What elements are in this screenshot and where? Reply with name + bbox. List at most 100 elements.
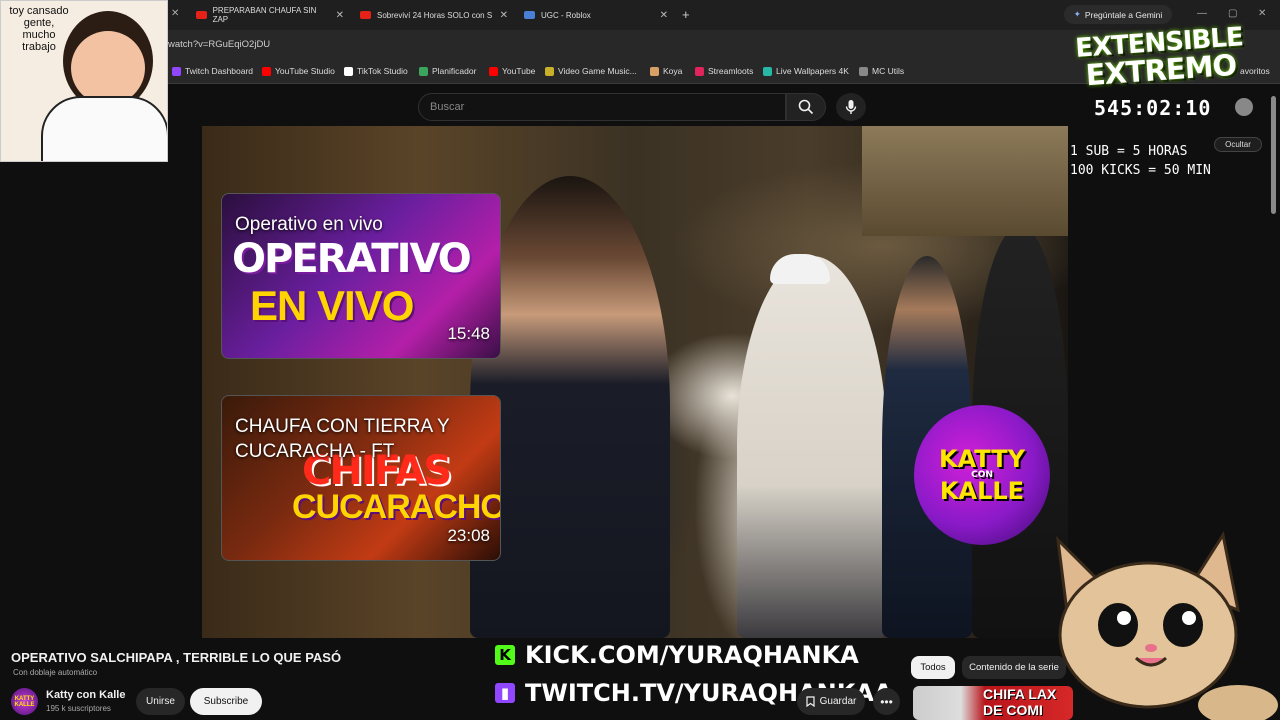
- hide-button[interactable]: Ocultar: [1214, 137, 1262, 152]
- koya-icon: [650, 66, 659, 76]
- bookmark-twitch-dashboard[interactable]: Twitch Dashboard: [172, 66, 253, 76]
- rule-text: 100 KICKS = 50 MIN: [1070, 163, 1211, 178]
- kick-link-overlay: K KICK.COM/YURAQHANKA: [495, 641, 859, 669]
- gemini-button[interactable]: ✦ Pregúntale a Gemini: [1064, 5, 1172, 24]
- close-window-icon[interactable]: ✕: [1258, 8, 1266, 19]
- bookmark-planificador[interactable]: Planificador: [419, 66, 476, 76]
- channel-name[interactable]: Katty con Kalle: [46, 689, 125, 701]
- cat-mascot-overlay: [1055, 531, 1278, 720]
- logo-text: KATTY: [939, 445, 1025, 473]
- subscribe-button[interactable]: Subscribe: [190, 688, 262, 715]
- tab-label: PREPARABAN CHAUFA SIN ZAP: [212, 6, 317, 24]
- more-actions-button[interactable]: •••: [873, 688, 900, 715]
- bookmark-koya[interactable]: Koya: [650, 66, 682, 76]
- subscriber-count: 195 k suscriptores: [46, 704, 111, 713]
- end-card-duration: 15:48: [447, 324, 490, 343]
- bookmark-youtube[interactable]: YouTube: [489, 66, 535, 76]
- bookmark-label: YouTube: [502, 66, 536, 76]
- tab-roblox[interactable]: UGC - Roblox ✕: [516, 4, 676, 26]
- search-input[interactable]: Buscar: [418, 93, 786, 121]
- chip-label: Contenido de la serie: [969, 662, 1059, 673]
- facecam-caption: toy cansado gente, mucho trabajo: [9, 5, 69, 53]
- save-button[interactable]: Guardar: [797, 688, 865, 715]
- gemini-label: Pregúntale a Gemini: [1084, 9, 1163, 20]
- roblox-icon: [524, 11, 535, 19]
- kick-link-text: KICK.COM/YURAQHANKA: [525, 641, 859, 669]
- bookmark-tiktok-studio[interactable]: TikTok Studio: [344, 66, 408, 76]
- cook-figure: [737, 256, 887, 638]
- end-card-title: CHAUFA CON TIERRA Y CUCARACHA - FT: [235, 416, 450, 462]
- facecam-overlay: toy cansado gente, mucho trabajo: [0, 0, 168, 162]
- thumbnail-art-text: EN VIVO: [250, 282, 414, 329]
- video-title: OPERATIVO SALCHIPAPA , TERRIBLE LO QUE P…: [11, 650, 342, 665]
- bookmark-label: MC Utils: [872, 66, 905, 76]
- hide-label: Ocultar: [1225, 140, 1251, 149]
- wallpaper-icon: [763, 66, 772, 76]
- event-title: EXTENSIBLE EXTREMO: [1058, 22, 1261, 92]
- channel-logo-overlay: KATTY CON KALLE: [914, 405, 1050, 545]
- new-tab-button[interactable]: +: [682, 7, 690, 22]
- youtube-icon: [489, 66, 498, 76]
- url-field[interactable]: watch?v=RGuEqiO2jDU: [168, 39, 270, 50]
- planner-icon: [419, 66, 428, 76]
- bookmark-video-game-music[interactable]: Video Game Music...: [545, 66, 637, 76]
- rule-text: 1 SUB = 5 HORAS: [1070, 144, 1188, 159]
- dubbing-label: Con doblaje automático: [13, 668, 98, 677]
- tab-label: UGC - Roblox: [541, 10, 591, 20]
- more-icon: •••: [880, 694, 893, 709]
- bookmark-label: TikTok Studio: [357, 66, 408, 76]
- close-tab-icon[interactable]: ✕: [336, 10, 344, 21]
- tiktok-icon: [344, 66, 353, 76]
- bookmark-label: YouTube Studio: [275, 66, 335, 76]
- sparkle-icon: ✦: [1073, 9, 1081, 19]
- tab-sobrevivi[interactable]: Sobreviví 24 Horas SOLO con S ✕: [352, 4, 516, 26]
- search-button[interactable]: [786, 93, 826, 121]
- bookmark-label: Twitch Dashboard: [185, 66, 254, 76]
- close-tab-icon[interactable]: ✕: [171, 8, 179, 19]
- voice-search-button[interactable]: [836, 93, 866, 121]
- page-scrollbar[interactable]: [1271, 96, 1276, 214]
- channel-avatar[interactable]: KATTY KALLE: [11, 688, 38, 715]
- thumbnail-art-text: OPERATIVO: [232, 236, 472, 282]
- bookmark-label: Koya: [663, 66, 683, 76]
- chip-series[interactable]: Contenido de la serie: [962, 656, 1066, 679]
- avatar-text: KATTY KALLE: [14, 695, 35, 708]
- end-card-video[interactable]: CHIFAS CUCARACHOS CHAUFA CON TIERRA Y CU…: [221, 395, 501, 561]
- subathon-timer: 545:02:10: [1094, 96, 1212, 120]
- bookmark-icon: [806, 696, 815, 707]
- bookmark-label: Planificador: [432, 66, 477, 76]
- kitchen-background: [862, 126, 1068, 236]
- youtube-icon: [262, 66, 271, 76]
- bookmark-youtube-studio[interactable]: YouTube Studio: [262, 66, 335, 76]
- bookmark-mc-utils[interactable]: MC Utils: [859, 66, 904, 76]
- save-label: Guardar: [819, 696, 857, 707]
- streamer-shirt: [41, 96, 167, 161]
- twitch-icon: [172, 66, 181, 76]
- youtube-icon: [196, 11, 207, 19]
- end-card-video[interactable]: OPERATIVO EN VIVO Operativo en vivo 15:4…: [221, 193, 501, 359]
- mc-utils-icon: [859, 66, 868, 76]
- subathon-rules: 1 SUB = 5 HORAS 100 KICKS = 50 MIN: [1070, 142, 1211, 180]
- end-card-duration: 23:08: [447, 526, 490, 545]
- bookmark-label: Live Wallpapers 4K: [776, 66, 849, 76]
- logo-text: KALLE: [939, 477, 1025, 505]
- twitch-icon: ▮: [495, 683, 515, 703]
- maximize-icon[interactable]: ▢: [1228, 8, 1237, 19]
- kick-icon: K: [495, 645, 515, 665]
- bookmark-live-wallpapers[interactable]: Live Wallpapers 4K: [763, 66, 849, 76]
- tab-chaufa[interactable]: PREPARABAN CHAUFA SIN ZAP ✕: [188, 4, 352, 26]
- bookmark-streamloots[interactable]: Streamloots: [695, 66, 753, 76]
- music-icon: [545, 66, 554, 76]
- youtube-icon: [360, 11, 371, 19]
- close-tab-icon[interactable]: ✕: [660, 10, 668, 21]
- minimize-icon[interactable]: —: [1197, 8, 1207, 19]
- chip-all[interactable]: Todos: [911, 656, 955, 679]
- chip-label: Todos: [920, 662, 946, 673]
- streamer-face: [71, 31, 145, 105]
- join-label: Unirse: [146, 696, 175, 707]
- end-card-title: Operativo en vivo: [235, 214, 383, 235]
- recommended-video-thumbnail[interactable]: CHIFA LAX DE COMI: [913, 686, 1073, 720]
- join-button[interactable]: Unirse: [136, 688, 185, 715]
- close-tab-icon[interactable]: ✕: [500, 10, 508, 21]
- bookmark-label: Streamloots: [708, 66, 754, 76]
